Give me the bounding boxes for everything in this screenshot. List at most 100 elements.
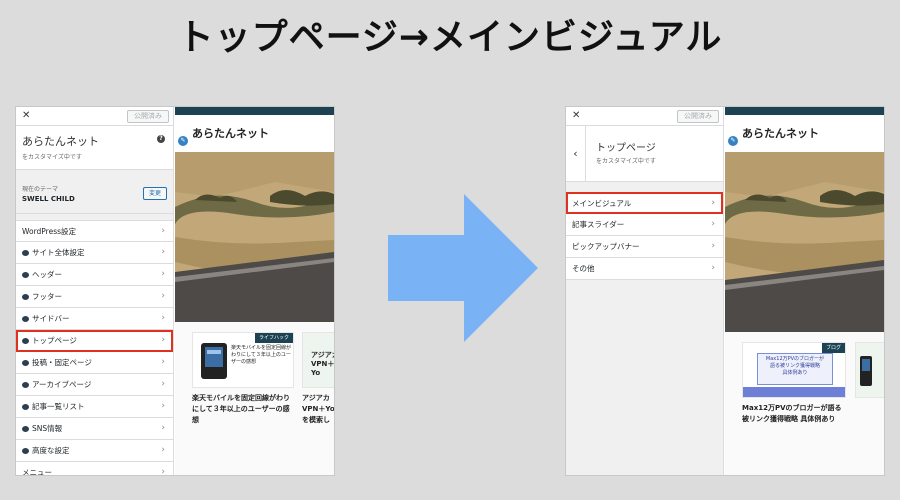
category-tag: ライフハック [254, 333, 293, 343]
close-icon[interactable]: ✕ [572, 110, 580, 121]
chevron-right-icon: › [161, 247, 165, 257]
card-thumbnail [855, 342, 884, 398]
chevron-right-icon: › [161, 467, 165, 475]
chevron-right-icon: › [161, 291, 165, 301]
left-screenshot: ✕ 公開済み あらたんネット をカスタマイズ中です ? 現在のテーマ SWELL… [16, 107, 334, 475]
site-preview: あらたんネット ✎ ブログ Max12万PVのブロガーが 語る被リンク獲得戦略 … [725, 107, 884, 475]
article-card[interactable]: ライフハック 楽天モバイルを固定回線がわりにして３年以上のユーザーの感想 楽天モ… [192, 332, 294, 426]
menu-item-label: サイドバー [32, 314, 70, 323]
card-thumbnail: ブログ Max12万PVのブロガーが 語る被リンク獲得戦略 具体例あり [742, 342, 846, 398]
page-headline: トップページ→メインビジュアル [177, 17, 723, 58]
menu-item-label: 高度な設定 [32, 446, 70, 455]
section-header: ‹ トップページ をカスタマイズ中です [566, 126, 723, 182]
menu-item-label: フッター [32, 292, 62, 301]
router-image [860, 356, 872, 386]
article-card[interactable] [855, 342, 884, 398]
menu-item-label: トップページ [32, 336, 77, 345]
menu-item-label: サイト全体設定 [32, 248, 85, 257]
menu-item-label: メニュー [22, 468, 52, 475]
customizer-menu-item[interactable]: その他 › [566, 258, 723, 280]
customizer-menu: メインビジュアル › 記事スライダー › ピックアップバナー › その他 › [566, 192, 723, 280]
article-card[interactable]: アジアカ VPN＋Yo アジアカ VPN＋Yo を模索し [302, 332, 334, 426]
right-arrow-icon [388, 194, 538, 342]
site-subtitle: をカスタマイズ中です [22, 154, 82, 161]
brand-bar [725, 107, 884, 115]
thumb-line: 語る被リンク獲得戦略 [769, 363, 820, 369]
help-icon[interactable]: ? [157, 135, 165, 143]
thumb-band [743, 387, 845, 397]
customizer-menu-item[interactable]: 記事スライダー › [566, 214, 723, 236]
main-visual-image [725, 152, 884, 332]
chevron-right-icon: › [161, 269, 165, 279]
router-image [201, 343, 227, 379]
site-preview: あらたんネット ✎ ライフハック 楽天モバイルを固定回線がわりにして３年以上のユ… [175, 107, 334, 475]
swell-bird-icon [22, 382, 29, 388]
card-title: アジアカ VPN＋Yo を模索し [302, 394, 334, 424]
customizer-menu-item[interactable]: ヘッダー › [16, 264, 173, 286]
article-cards: ブログ Max12万PVのブロガーが 語る被リンク獲得戦略 具体例あり Max1… [725, 332, 884, 475]
thumb-line: 具体例あり [782, 370, 808, 376]
article-card[interactable]: ブログ Max12万PVのブロガーが 語る被リンク獲得戦略 具体例あり Max1… [742, 342, 846, 425]
customizer-menu-item[interactable]: 投稿・固定ページ › [16, 352, 173, 374]
site-title: あらたんネット [22, 135, 99, 148]
thumb-line: Max12万PVのブロガーが [765, 356, 825, 362]
swell-bird-icon [22, 250, 29, 256]
menu-item-label: ヘッダー [32, 270, 62, 279]
chevron-right-icon: › [161, 379, 165, 389]
card-thumbnail: アジアカ VPN＋Yo [302, 332, 334, 388]
menu-item-label: メインビジュアル [572, 199, 632, 208]
chevron-right-icon: › [711, 198, 715, 208]
chevron-right-icon: › [161, 226, 165, 236]
site-info: あらたんネット をカスタマイズ中です ? [16, 126, 173, 170]
swell-bird-icon [22, 272, 29, 278]
chevron-right-icon: › [711, 219, 715, 229]
publish-button[interactable]: 公開済み [127, 110, 169, 123]
customizer-menu-item[interactable]: サイト全体設定 › [16, 242, 173, 264]
back-icon[interactable]: ‹ [566, 126, 586, 182]
customizer-menu-item[interactable]: WordPress設定 › [16, 220, 173, 242]
card-thumb-text: 楽天モバイルを固定回線がわりにして３年以上のユーザーの感想 [231, 345, 292, 365]
card-title: 楽天モバイルを固定回線がわりにして３年以上のユーザーの感想 [192, 394, 290, 424]
category-tag: ブログ [821, 343, 845, 353]
customizer-menu-item[interactable]: 高度な設定 › [16, 440, 173, 462]
edit-pencil-icon[interactable]: ✎ [178, 136, 188, 146]
edit-pencil-icon[interactable]: ✎ [728, 136, 738, 146]
menu-item-main-visual[interactable]: メインビジュアル › [566, 192, 723, 214]
chevron-right-icon: › [161, 357, 165, 367]
customizer-menu-item[interactable]: 記事一覧リスト › [16, 396, 173, 418]
publish-button[interactable]: 公開済み [677, 110, 719, 123]
chevron-right-icon: › [161, 445, 165, 455]
menu-item-label: 投稿・固定ページ [32, 358, 92, 367]
chevron-right-icon: › [161, 313, 165, 323]
swell-bird-icon [22, 404, 29, 410]
menu-item-label: ピックアップバナー [572, 242, 640, 251]
chevron-right-icon: › [161, 335, 165, 345]
customizer-menu-item[interactable]: アーカイブページ › [16, 374, 173, 396]
card-title: Max12万PVのブロガーが語る被リンク獲得戦略 具体例あり [742, 404, 842, 423]
swell-bird-icon [22, 426, 29, 432]
swell-bird-icon [22, 338, 29, 344]
customizer-menu-item[interactable]: フッター › [16, 286, 173, 308]
theme-info: 現在のテーマ SWELL CHILD 変更 [16, 170, 173, 214]
card-thumbnail: ライフハック 楽天モバイルを固定回線がわりにして３年以上のユーザーの感想 [192, 332, 294, 388]
customizer-menu-item[interactable]: メニュー › [16, 462, 173, 475]
customizer-menu-item[interactable]: サイドバー › [16, 308, 173, 330]
customizer-menu-item[interactable]: ピックアップバナー › [566, 236, 723, 258]
main-visual-image [175, 152, 334, 322]
menu-item-label: 記事一覧リスト [32, 402, 85, 411]
customizer-menu: WordPress設定 › サイト全体設定 › ヘッダー › フッター › サイドバー › トップペ… [16, 220, 173, 475]
menu-item-top-page[interactable]: トップページ › [16, 330, 173, 352]
brand-bar [175, 107, 334, 115]
menu-item-label: SNS情報 [32, 424, 63, 433]
close-icon[interactable]: ✕ [22, 110, 30, 121]
change-theme-button[interactable]: 変更 [142, 187, 167, 200]
menu-item-label: アーカイブページ [32, 380, 92, 389]
customizer-menu-item[interactable]: SNS情報 › [16, 418, 173, 440]
menu-item-label: WordPress設定 [22, 227, 77, 236]
section-subtitle: をカスタマイズ中です [596, 158, 656, 165]
customizer-topbar: ✕ 公開済み [16, 107, 173, 126]
chevron-right-icon: › [711, 241, 715, 251]
swell-bird-icon [22, 294, 29, 300]
section-title: トップページ [596, 143, 656, 154]
thumb-text-box: Max12万PVのブロガーが 語る被リンク獲得戦略 具体例あり [757, 353, 833, 385]
